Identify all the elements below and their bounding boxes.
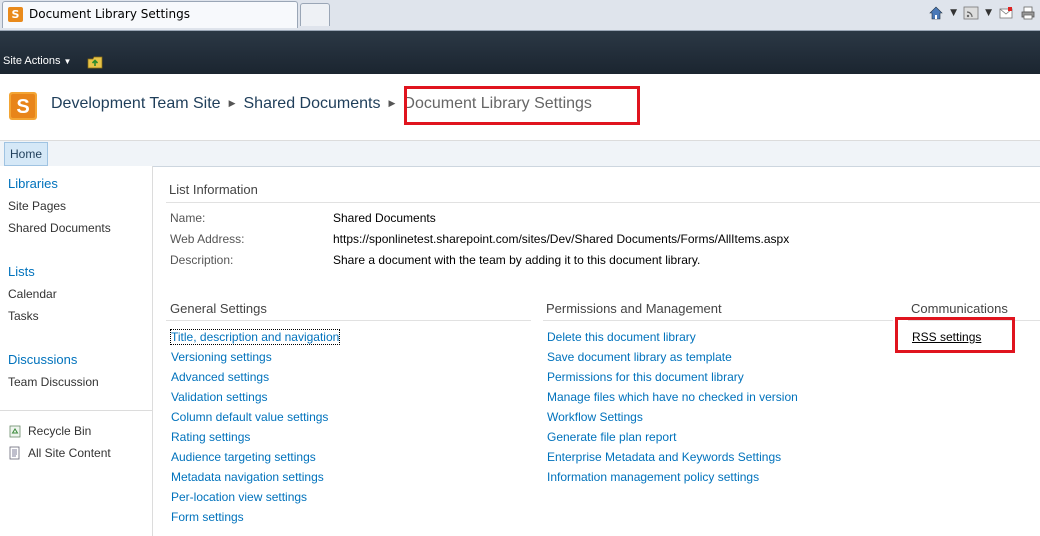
svg-text:S: S	[16, 96, 29, 118]
web-address-label: Web Address:	[170, 232, 245, 246]
link-information-management-policy[interactable]: Information management policy settings	[547, 470, 759, 484]
link-permissions[interactable]: Permissions for this document library	[547, 370, 744, 384]
feed-dropdown-icon[interactable]: ▼	[985, 8, 992, 18]
web-address-value: https://sponlinetest.sharepoint.com/site…	[333, 232, 790, 246]
site-actions-label: Site Actions	[3, 55, 61, 67]
section-divider	[166, 320, 531, 321]
highlight-box-rss	[895, 317, 1015, 353]
nav-heading-libraries[interactable]: Libraries	[8, 176, 58, 191]
breadcrumb-site-link[interactable]: Development Team Site	[51, 95, 221, 112]
home-dropdown-icon[interactable]: ▼	[950, 8, 957, 18]
link-per-location-view-settings[interactable]: Per-location view settings	[171, 490, 307, 504]
link-audience-targeting-settings[interactable]: Audience targeting settings	[171, 450, 316, 464]
link-delete-document-library[interactable]: Delete this document library	[547, 330, 696, 344]
nav-item-all-site-content[interactable]: All Site Content	[28, 446, 111, 460]
sharepoint-favicon-icon: S	[8, 7, 23, 22]
ribbon-bar: Site Actions ▼	[0, 31, 1040, 74]
nav-heading-discussions[interactable]: Discussions	[8, 352, 77, 367]
link-workflow-settings[interactable]: Workflow Settings	[547, 410, 643, 424]
nav-item-shared-documents[interactable]: Shared Documents	[8, 221, 111, 235]
browser-tab-title: Document Library Settings	[29, 7, 190, 21]
site-actions-menu[interactable]: Site Actions ▼	[3, 55, 71, 67]
section-divider	[166, 202, 1040, 203]
all-site-content-icon	[9, 446, 20, 460]
link-metadata-navigation-settings[interactable]: Metadata navigation settings	[171, 470, 324, 484]
browser-tab-bar: S Document Library Settings ▼ ▼	[0, 0, 1040, 31]
link-validation-settings[interactable]: Validation settings	[171, 390, 268, 404]
general-settings-heading: General Settings	[170, 301, 267, 316]
link-column-default-value-settings[interactable]: Column default value settings	[171, 410, 328, 424]
top-navigation: Home	[0, 141, 1040, 167]
home-icon[interactable]	[928, 5, 944, 21]
sharepoint-logo-icon[interactable]: S	[8, 91, 38, 121]
nav-item-calendar[interactable]: Calendar	[8, 287, 57, 301]
nav-divider	[0, 410, 152, 411]
read-mail-icon[interactable]	[998, 5, 1014, 21]
main-content: List Information Name: Shared Documents …	[153, 166, 1040, 536]
description-value: Share a document with the team by adding…	[333, 253, 701, 267]
rss-feed-icon[interactable]	[963, 5, 979, 21]
chevron-down-icon: ▼	[63, 57, 72, 66]
section-divider	[543, 320, 893, 321]
link-form-settings[interactable]: Form settings	[171, 510, 244, 524]
nav-heading-lists[interactable]: Lists	[8, 264, 35, 279]
breadcrumb-separator-icon: ▶	[388, 98, 396, 108]
link-manage-files-no-checked-in-version[interactable]: Manage files which have no checked in ve…	[547, 390, 798, 404]
print-icon[interactable]	[1020, 5, 1036, 21]
quick-launch: Libraries Site Pages Shared Documents Li…	[0, 166, 153, 536]
link-versioning-settings[interactable]: Versioning settings	[171, 350, 272, 364]
browser-tab[interactable]: S Document Library Settings	[2, 1, 298, 28]
nav-item-team-discussion[interactable]: Team Discussion	[8, 375, 99, 389]
breadcrumb-separator-icon: ▶	[228, 98, 236, 108]
link-generate-file-plan-report[interactable]: Generate file plan report	[547, 430, 676, 444]
link-title-description-navigation[interactable]: Title, description and navigation	[169, 329, 341, 345]
description-label: Description:	[170, 253, 234, 267]
page-title-area: S Development Team Site ▶ Shared Documents…	[0, 74, 1040, 141]
link-enterprise-metadata-keywords[interactable]: Enterprise Metadata and Keywords Setting…	[547, 450, 781, 464]
highlight-box-breadcrumb	[404, 86, 640, 125]
new-tab-button[interactable]	[300, 3, 330, 26]
breadcrumb-library-link[interactable]: Shared Documents	[244, 95, 381, 112]
link-advanced-settings[interactable]: Advanced settings	[171, 370, 269, 384]
nav-item-tasks[interactable]: Tasks	[8, 309, 39, 323]
name-value: Shared Documents	[333, 211, 436, 225]
link-save-as-template[interactable]: Save document library as template	[547, 350, 732, 364]
navigate-up-icon[interactable]	[87, 55, 103, 69]
link-rating-settings[interactable]: Rating settings	[171, 430, 250, 444]
name-label: Name:	[170, 211, 206, 225]
tab-home[interactable]: Home	[4, 142, 49, 166]
recycle-bin-icon	[9, 425, 21, 438]
browser-command-bar: ▼ ▼	[928, 4, 1036, 22]
communications-heading: Communications	[911, 301, 1008, 316]
nav-item-recycle-bin[interactable]: Recycle Bin	[28, 424, 91, 438]
nav-item-site-pages[interactable]: Site Pages	[8, 199, 66, 213]
permissions-management-heading: Permissions and Management	[546, 301, 722, 316]
list-information-heading: List Information	[169, 182, 258, 197]
